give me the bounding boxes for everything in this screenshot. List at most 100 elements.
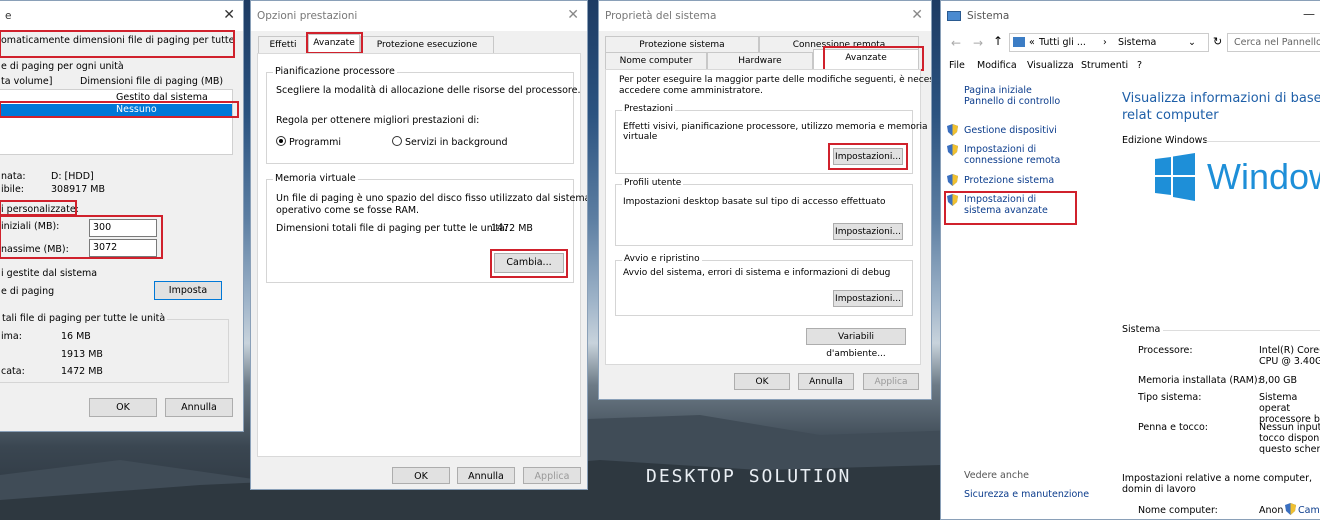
breadcrumb-system[interactable]: Sistema	[1118, 37, 1156, 48]
column-volume: ta volume]	[1, 76, 53, 87]
sidebar-remote-settings[interactable]: Impostazioni di connessione remota	[964, 144, 1076, 166]
environment-variables-button[interactable]: Variabili d'ambiente...	[806, 328, 906, 359]
intro-line-1: Per poter eseguire la maggior parte dell…	[619, 75, 932, 85]
programs-label: Programmi	[289, 137, 341, 148]
tab-hardware[interactable]: Hardware	[707, 52, 813, 70]
edition-label: Edizione Windows	[1122, 135, 1208, 146]
page-title: Visualizza informazioni di base relat co…	[1122, 91, 1320, 123]
shield-icon	[947, 124, 958, 136]
allocated-value: 1472 MB	[61, 366, 103, 377]
ok-button[interactable]: OK	[734, 373, 790, 390]
vm-total-value: 1472 MB	[491, 223, 533, 234]
sidebar-device-manager[interactable]: Gestione dispositivi	[964, 125, 1057, 136]
services-radio[interactable]: Servizi in background	[392, 136, 508, 148]
search-input[interactable]: Cerca nel Pannello di	[1227, 33, 1320, 52]
menu-help[interactable]: ?	[1137, 60, 1142, 71]
computer-name-label: Nome computer:	[1138, 505, 1218, 516]
processor-label: Processore:	[1138, 345, 1193, 356]
drives-list[interactable]: Gestito dal sistema Nessuno	[0, 89, 233, 155]
available-label: ibile:	[1, 184, 24, 195]
window-title: e	[5, 10, 12, 22]
tab-computer-name[interactable]: Nome computer	[605, 52, 707, 70]
ok-button[interactable]: OK	[89, 398, 157, 417]
breadcrumb-chevron-icon: ›	[1103, 37, 1107, 48]
performance-title: Prestazioni	[622, 104, 675, 114]
performance-desc-1: Effetti visivi, pianificazione processor…	[623, 122, 928, 132]
forward-arrow-icon[interactable]: →	[973, 36, 983, 50]
minimize-icon[interactable]: —	[1303, 7, 1315, 21]
adjust-label: Regola per ottenere migliori prestazioni…	[276, 115, 480, 126]
window-title: Opzioni prestazioni	[257, 10, 358, 22]
control-panel-icon	[1013, 37, 1025, 47]
computer-name-value: Anon	[1259, 505, 1284, 516]
edition-divider	[1203, 141, 1320, 142]
shield-icon	[1285, 503, 1296, 515]
cancel-button[interactable]: Annulla	[457, 467, 515, 484]
ok-button[interactable]: OK	[392, 467, 450, 484]
total-group: tali file di paging per tutte le unità	[0, 313, 229, 383]
menu-file[interactable]: File	[949, 60, 965, 71]
see-also-label: Vedere anche	[964, 470, 1029, 481]
menu-view[interactable]: Visualizza	[1027, 60, 1074, 71]
chevron-down-icon[interactable]: ⌄	[1188, 37, 1196, 48]
up-arrow-icon[interactable]: ↑	[993, 34, 1003, 48]
system-window-icon	[947, 11, 961, 21]
apply-button[interactable]: Applica	[523, 467, 581, 484]
close-icon[interactable]: ✕	[223, 7, 235, 23]
no-paging-radio[interactable]: e di paging	[1, 286, 54, 297]
profiles-settings-button[interactable]: Impostazioni...	[833, 223, 903, 240]
advanced-panel: Pianificazione processore Scegliere la m…	[257, 53, 587, 457]
shield-icon	[947, 144, 958, 156]
startup-desc: Avvio del sistema, errori di sistema e i…	[623, 268, 891, 278]
menu-edit[interactable]: Modifica	[977, 60, 1017, 71]
sidebar-system-protection[interactable]: Protezione sistema	[964, 175, 1054, 186]
sidebar-home-link[interactable]: Pagina iniziale Pannello di controllo	[964, 85, 1074, 107]
column-size: Dimensioni file di paging (MB)	[80, 76, 224, 87]
per-unit-label: e di paging per ogni unità	[1, 61, 124, 72]
services-label: Servizi in background	[405, 137, 508, 148]
ram-value: 8,00 GB	[1259, 375, 1298, 386]
startup-settings-button[interactable]: Impostazioni...	[833, 290, 903, 307]
address-bar[interactable]: « Tutti gli ... › Sistema ⌄	[1009, 33, 1209, 52]
system-properties-window: Proprietà del sistema ✕ Protezione siste…	[598, 0, 932, 400]
profiles-desc: Impostazioni desktop basate sul tipo di …	[623, 197, 886, 207]
scheduling-title: Pianificazione processore	[273, 66, 397, 77]
close-icon[interactable]: ✕	[567, 7, 579, 23]
allocated-label: cata:	[1, 366, 25, 377]
processor-value: Intel(R) Core(T CPU @ 3.40GH	[1259, 345, 1320, 367]
tab-dep[interactable]: Protezione esecuzione programmi	[360, 36, 494, 66]
refresh-icon[interactable]: ↻	[1213, 35, 1222, 48]
available-value: 308917 MB	[51, 184, 105, 195]
cancel-button[interactable]: Annulla	[165, 398, 233, 417]
breadcrumb-all[interactable]: Tutti gli ...	[1039, 37, 1086, 48]
change-settings-link[interactable]: Camb	[1298, 505, 1320, 516]
windows-logo-icon	[1155, 153, 1195, 201]
system-divider	[1163, 330, 1320, 331]
apply-button[interactable]: Applica	[863, 373, 919, 390]
watermark: DESKTOP SOLUTION	[646, 466, 852, 487]
vm-desc-2: operativo come se fosse RAM.	[276, 205, 420, 216]
cancel-button[interactable]: Annulla	[798, 373, 854, 390]
min-label: ima:	[1, 331, 22, 342]
pen-touch-label: Penna e tocco:	[1138, 422, 1208, 433]
back-arrow-icon[interactable]: ←	[951, 36, 961, 50]
system-managed-radio[interactable]: i gestite dal sistema	[1, 268, 97, 279]
drive-value: D: [HDD]	[51, 171, 94, 182]
recommended-value: 1913 MB	[61, 349, 103, 360]
virtual-memory-window: e ✕ omaticamente dimensioni file di pagi…	[0, 0, 244, 432]
programs-radio[interactable]: Programmi	[276, 136, 341, 148]
menu-tools[interactable]: Strumenti	[1081, 60, 1128, 71]
breadcrumb-separator: «	[1029, 37, 1035, 48]
pen-touch-value: Nessun input p tocco disponib questo sch…	[1259, 422, 1320, 455]
security-maintenance-link[interactable]: Sicurezza e manutenzione	[964, 489, 1089, 500]
system-type-value: Sistema operat processore bas	[1259, 392, 1320, 425]
vm-total-label: Dimensioni totali file di paging per tut…	[276, 223, 509, 234]
set-button[interactable]: Imposta	[154, 281, 222, 300]
window-title: Sistema	[967, 10, 1010, 22]
total-title: tali file di paging per tutte le unità	[0, 313, 168, 324]
performance-options-window: Opzioni prestazioni ✕ Effetti visivi Ava…	[250, 0, 588, 490]
tab-visual-effects[interactable]: Effetti visivi	[258, 36, 308, 66]
close-icon[interactable]: ✕	[911, 7, 923, 23]
advanced-panel: Per poter eseguire la maggior parte dell…	[605, 69, 931, 365]
drive-label: nata:	[1, 171, 26, 182]
